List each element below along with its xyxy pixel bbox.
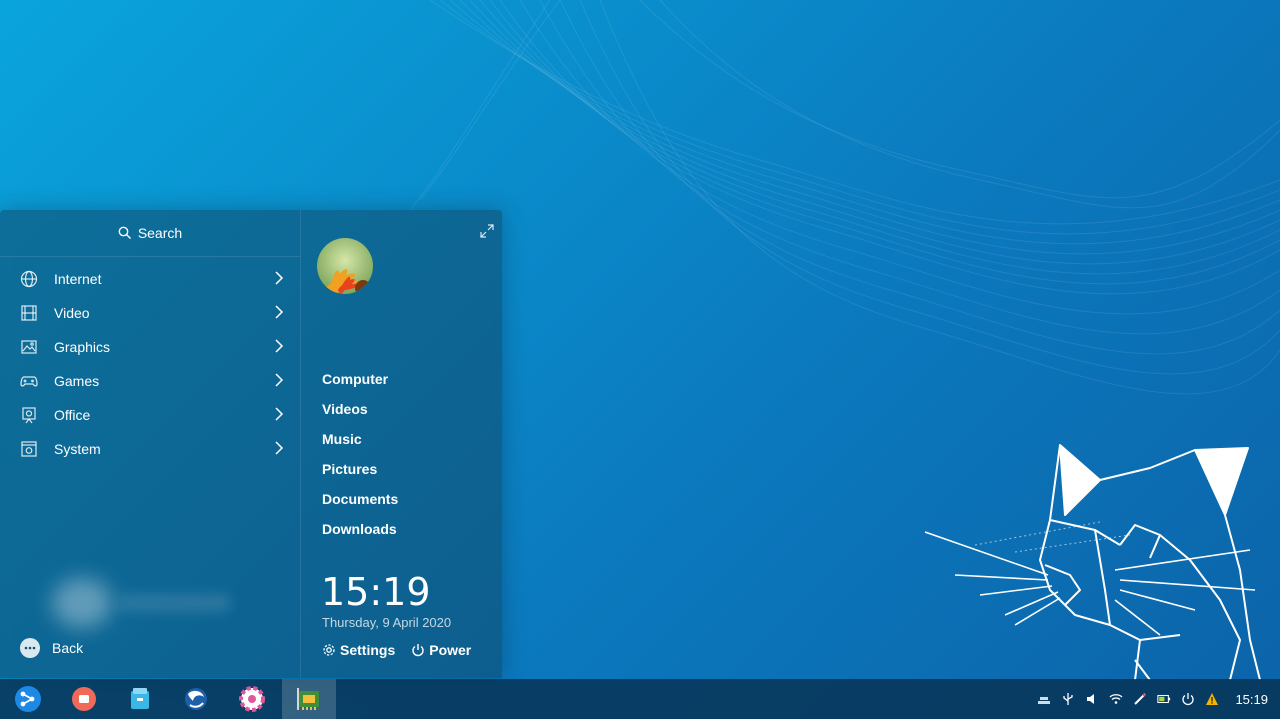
image-icon <box>20 338 38 356</box>
place-computer[interactable]: Computer <box>322 364 398 394</box>
browser-button[interactable] <box>169 679 223 719</box>
category-label: Games <box>54 373 100 389</box>
settings-icon <box>239 686 265 712</box>
launcher-right-column: Computer Videos Music Pictures Documents… <box>301 210 502 678</box>
back-button[interactable]: Back <box>20 638 83 658</box>
settings-app-button[interactable] <box>225 679 279 719</box>
gamepad-icon <box>20 372 38 390</box>
search-icon <box>118 226 131 239</box>
category-games[interactable]: Games <box>0 364 300 398</box>
battery-icon[interactable] <box>1157 692 1171 706</box>
shutdown-icon[interactable] <box>1181 692 1195 706</box>
flower-avatar-icon <box>317 238 373 294</box>
category-label: Internet <box>54 271 102 287</box>
place-downloads[interactable]: Downloads <box>322 514 398 544</box>
network-indicator-icon[interactable] <box>1037 692 1051 706</box>
search-field[interactable]: Search <box>0 210 300 257</box>
category-label: Graphics <box>54 339 111 355</box>
gear-icon <box>323 644 335 656</box>
category-label: Video <box>54 305 90 321</box>
launcher-left-column: Search Internet Video Graphics Games Off… <box>0 210 301 678</box>
pen-tablet-icon[interactable] <box>1133 692 1147 706</box>
office-icon <box>20 406 38 424</box>
user-avatar[interactable] <box>317 238 373 294</box>
places-list: Computer Videos Music Pictures Documents… <box>322 364 398 544</box>
screen-recorder-icon <box>72 687 96 711</box>
desktop-background: Search Internet Video Graphics Games Off… <box>0 0 1280 719</box>
browser-icon <box>185 688 207 710</box>
chevron-right-icon <box>275 339 284 353</box>
application-launcher: Search Internet Video Graphics Games Off… <box>0 210 502 678</box>
file-manager-icon <box>131 688 149 709</box>
globe-icon <box>20 270 38 288</box>
expand-icon[interactable] <box>480 224 494 238</box>
more-dots-icon <box>20 638 40 658</box>
volume-icon[interactable] <box>1085 692 1099 706</box>
category-office[interactable]: Office <box>0 398 300 432</box>
chevron-right-icon <box>275 271 284 285</box>
place-documents[interactable]: Documents <box>322 484 398 514</box>
usb-icon[interactable] <box>1061 692 1075 706</box>
settings-button[interactable]: Settings <box>322 642 395 658</box>
launcher-actions: Settings Power <box>322 642 487 658</box>
place-music[interactable]: Music <box>322 424 398 454</box>
wallpaper-cat-art <box>924 444 1261 680</box>
file-manager-button[interactable] <box>113 679 167 719</box>
power-label: Power <box>429 642 472 658</box>
wifi-icon[interactable] <box>1109 692 1123 706</box>
chevron-right-icon <box>275 407 284 421</box>
settings-label: Settings <box>340 642 396 658</box>
place-videos[interactable]: Videos <box>322 394 398 424</box>
system-monitor-button[interactable] <box>282 679 336 719</box>
search-label: Search <box>137 225 183 241</box>
launcher-button[interactable] <box>1 679 55 719</box>
category-graphics[interactable]: Graphics <box>0 330 300 364</box>
launcher-clock-time: 15:19 <box>321 570 431 614</box>
chevron-right-icon <box>275 441 284 455</box>
category-internet[interactable]: Internet <box>0 262 300 296</box>
launcher-clock-date: Thursday, 9 April 2020 <box>322 615 452 630</box>
launcher-icon <box>15 686 41 712</box>
blurred-user-avatar <box>52 578 112 628</box>
system-icon <box>20 440 38 458</box>
warning-icon[interactable] <box>1205 692 1219 706</box>
place-pictures[interactable]: Pictures <box>322 454 398 484</box>
taskbar-clock[interactable]: 15:19 <box>1235 692 1268 707</box>
category-label: Office <box>54 407 91 423</box>
category-label: System <box>54 441 101 457</box>
chevron-right-icon <box>275 305 284 319</box>
power-button[interactable]: Power <box>411 642 471 658</box>
power-icon <box>412 644 424 657</box>
category-video[interactable]: Video <box>0 296 300 330</box>
back-label: Back <box>52 640 84 656</box>
system-tray: 15:19 <box>1027 679 1268 719</box>
taskbar: 15:19 <box>0 679 1280 719</box>
screen-recorder-button[interactable] <box>57 679 111 719</box>
system-monitor-icon <box>297 688 319 710</box>
chevron-right-icon <box>275 373 284 387</box>
category-list: Internet Video Graphics Games Office Sys… <box>0 262 300 466</box>
film-icon <box>20 304 38 322</box>
blurred-user-name <box>120 594 230 612</box>
category-system[interactable]: System <box>0 432 300 466</box>
